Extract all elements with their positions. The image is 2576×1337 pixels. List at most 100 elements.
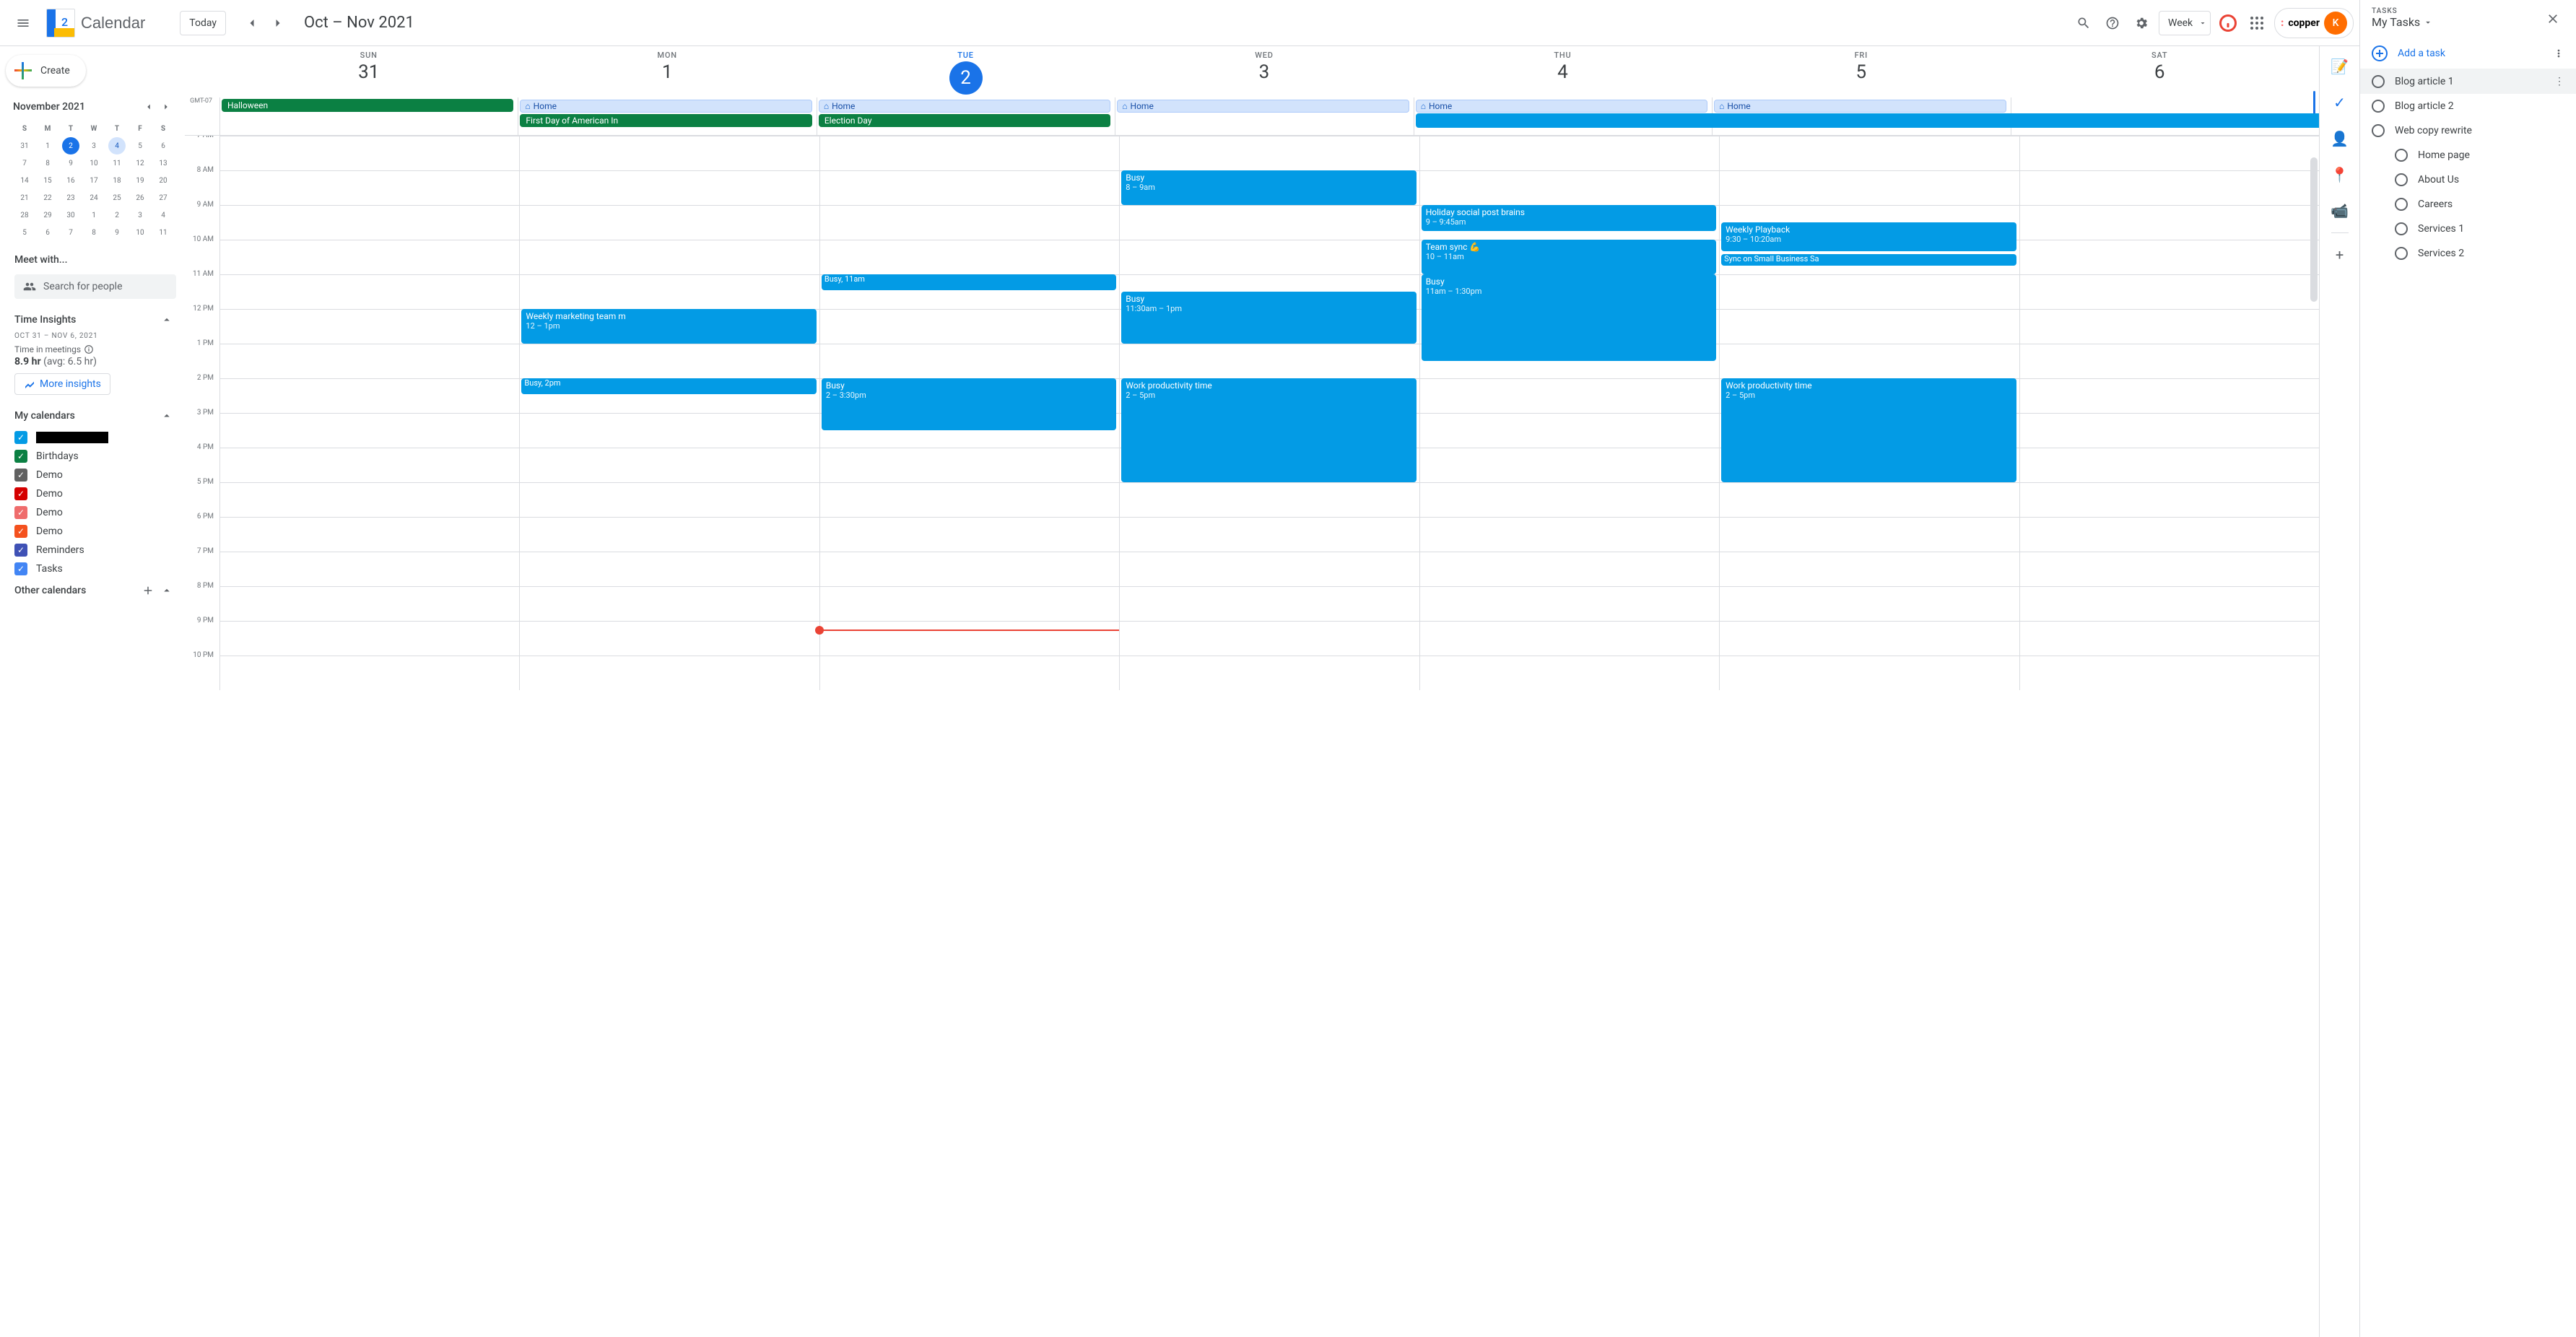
mini-day[interactable]: 5 [13, 224, 36, 241]
calendar-event[interactable]: Holiday social post brains9 – 9:45am [1422, 205, 1716, 231]
view-selector[interactable]: Week [2159, 11, 2211, 35]
keep-button[interactable]: 📝 [2325, 52, 2354, 81]
day-column[interactable]: Busy, 11am Busy2 – 3:30pm [819, 136, 1119, 690]
multiday-event[interactable] [1416, 113, 2319, 128]
mini-day[interactable]: 29 [36, 206, 59, 224]
mini-day[interactable]: 26 [129, 189, 152, 206]
mini-next-month[interactable] [157, 98, 175, 116]
calendar-event[interactable]: Team sync 💪10 – 11am [1422, 240, 1716, 274]
mini-day[interactable]: 10 [129, 224, 152, 241]
mini-day[interactable]: 16 [59, 172, 82, 189]
calendar-item[interactable]: ✓ Tasks [14, 559, 176, 578]
mini-day[interactable]: 24 [82, 189, 105, 206]
holiday-event[interactable]: First Day of American In [520, 114, 811, 127]
mini-day[interactable]: 3 [129, 206, 152, 224]
close-tasks-button[interactable] [2541, 7, 2564, 30]
mini-day[interactable]: 21 [13, 189, 36, 206]
search-people-input[interactable]: Search for people [14, 274, 176, 299]
mini-day[interactable]: 22 [36, 189, 59, 206]
task-complete-toggle[interactable] [2395, 198, 2408, 211]
task-item[interactable]: Blog article 1 ⋮ [2360, 69, 2576, 94]
mini-day[interactable]: 3 [82, 137, 105, 154]
copper-account-badge[interactable]: copper K [2274, 8, 2354, 38]
allday-cell[interactable]: Halloween [219, 97, 518, 135]
day-header[interactable]: SAT 6 [2011, 46, 2309, 97]
calendar-checkbox[interactable]: ✓ [14, 469, 27, 482]
calendar-checkbox[interactable]: ✓ [14, 431, 27, 444]
vertical-scrollbar[interactable] [2309, 136, 2319, 1337]
task-item[interactable]: Blog article 2 [2360, 94, 2576, 118]
mini-day[interactable]: 2 [105, 206, 129, 224]
calendar-checkbox[interactable]: ✓ [14, 506, 27, 519]
mini-day[interactable]: 9 [105, 224, 129, 241]
day-column[interactable]: Busy8 – 9am Busy11:30am – 1pm Work produ… [1119, 136, 1419, 690]
calendar-event[interactable]: Sync on Small Business Sa [1721, 254, 2016, 266]
calendar-event[interactable]: Busy8 – 9am [1121, 170, 1416, 205]
tasks-list-selector[interactable]: My Tasks [2372, 15, 2433, 29]
calendar-item[interactable]: ✓ Demo [14, 522, 176, 541]
day-header[interactable]: THU 4 [1414, 46, 1712, 97]
mini-day[interactable]: 17 [82, 172, 105, 189]
search-button[interactable] [2072, 12, 2095, 35]
google-apps-button[interactable] [2245, 12, 2268, 35]
mini-day[interactable]: 30 [59, 206, 82, 224]
allday-cell[interactable]: Home [1115, 97, 1413, 135]
more-insights-button[interactable]: More insights [14, 373, 110, 395]
mini-day[interactable]: 19 [129, 172, 152, 189]
other-calendars-toggle[interactable]: Other calendars [6, 578, 185, 603]
calendar-item[interactable]: ✓ Reminders [14, 541, 176, 559]
mini-day[interactable]: 4 [152, 206, 175, 224]
main-menu-button[interactable] [6, 6, 40, 40]
day-column[interactable] [2019, 136, 2319, 690]
zoom-button[interactable]: 📹 [2325, 196, 2354, 225]
mini-day[interactable]: 1 [36, 137, 59, 154]
calendar-checkbox[interactable]: ✓ [14, 562, 27, 575]
my-calendars-toggle[interactable]: My calendars [6, 404, 185, 428]
support-button[interactable] [2101, 12, 2124, 35]
task-complete-toggle[interactable] [2395, 149, 2408, 162]
holiday-event[interactable]: Halloween [222, 99, 513, 112]
mini-day[interactable]: 6 [36, 224, 59, 241]
next-week-button[interactable] [266, 12, 290, 35]
day-header[interactable]: SUN 31 [219, 46, 518, 97]
allday-cell[interactable]: Home [1414, 97, 1712, 135]
task-item[interactable]: Services 1 [2360, 217, 2576, 241]
calendar-logo[interactable]: 2 Calendar [46, 9, 145, 38]
mini-day[interactable]: 8 [82, 224, 105, 241]
mini-day[interactable]: 1 [82, 206, 105, 224]
avatar[interactable]: K [2324, 12, 2347, 35]
calendar-event[interactable]: Busy2 – 3:30pm [822, 378, 1116, 430]
plus-icon[interactable] [142, 584, 155, 597]
home-event[interactable]: Home [520, 100, 811, 113]
mini-day[interactable]: 31 [13, 137, 36, 154]
mini-day[interactable]: 12 [129, 154, 152, 172]
maps-button[interactable]: 📍 [2325, 160, 2354, 189]
task-complete-toggle[interactable] [2395, 247, 2408, 260]
task-item[interactable]: About Us [2360, 167, 2576, 192]
allday-cell[interactable]: HomeElection Day [817, 97, 1115, 135]
mini-day[interactable]: 20 [152, 172, 175, 189]
calendar-checkbox[interactable]: ✓ [14, 544, 27, 557]
task-complete-toggle[interactable] [2372, 124, 2385, 137]
mini-day[interactable]: 5 [129, 137, 152, 154]
mini-day[interactable]: 27 [152, 189, 175, 206]
home-event[interactable]: Home [1416, 100, 1707, 113]
mini-day[interactable]: 25 [105, 189, 129, 206]
mini-day[interactable]: 23 [59, 189, 82, 206]
calendar-event[interactable]: Busy, 2pm [521, 378, 816, 394]
today-button[interactable]: Today [180, 11, 226, 35]
settings-button[interactable] [2130, 12, 2153, 35]
calendar-item[interactable]: ✓ Demo [14, 503, 176, 522]
holiday-event[interactable]: Election Day [819, 114, 1110, 127]
add-task-button[interactable]: Add a task [2372, 45, 2445, 61]
mini-day[interactable]: 28 [13, 206, 36, 224]
day-header[interactable]: MON 1 [518, 46, 816, 97]
task-complete-toggle[interactable] [2395, 222, 2408, 235]
contacts-button[interactable]: 👤 [2325, 124, 2354, 153]
home-event[interactable]: Home [819, 100, 1110, 113]
home-event[interactable]: Home [1117, 100, 1409, 113]
mini-day[interactable]: 4 [105, 137, 129, 154]
task-item[interactable]: Careers [2360, 192, 2576, 217]
day-header[interactable]: TUE 2 [817, 46, 1115, 97]
mini-day[interactable]: 2 [59, 137, 82, 154]
